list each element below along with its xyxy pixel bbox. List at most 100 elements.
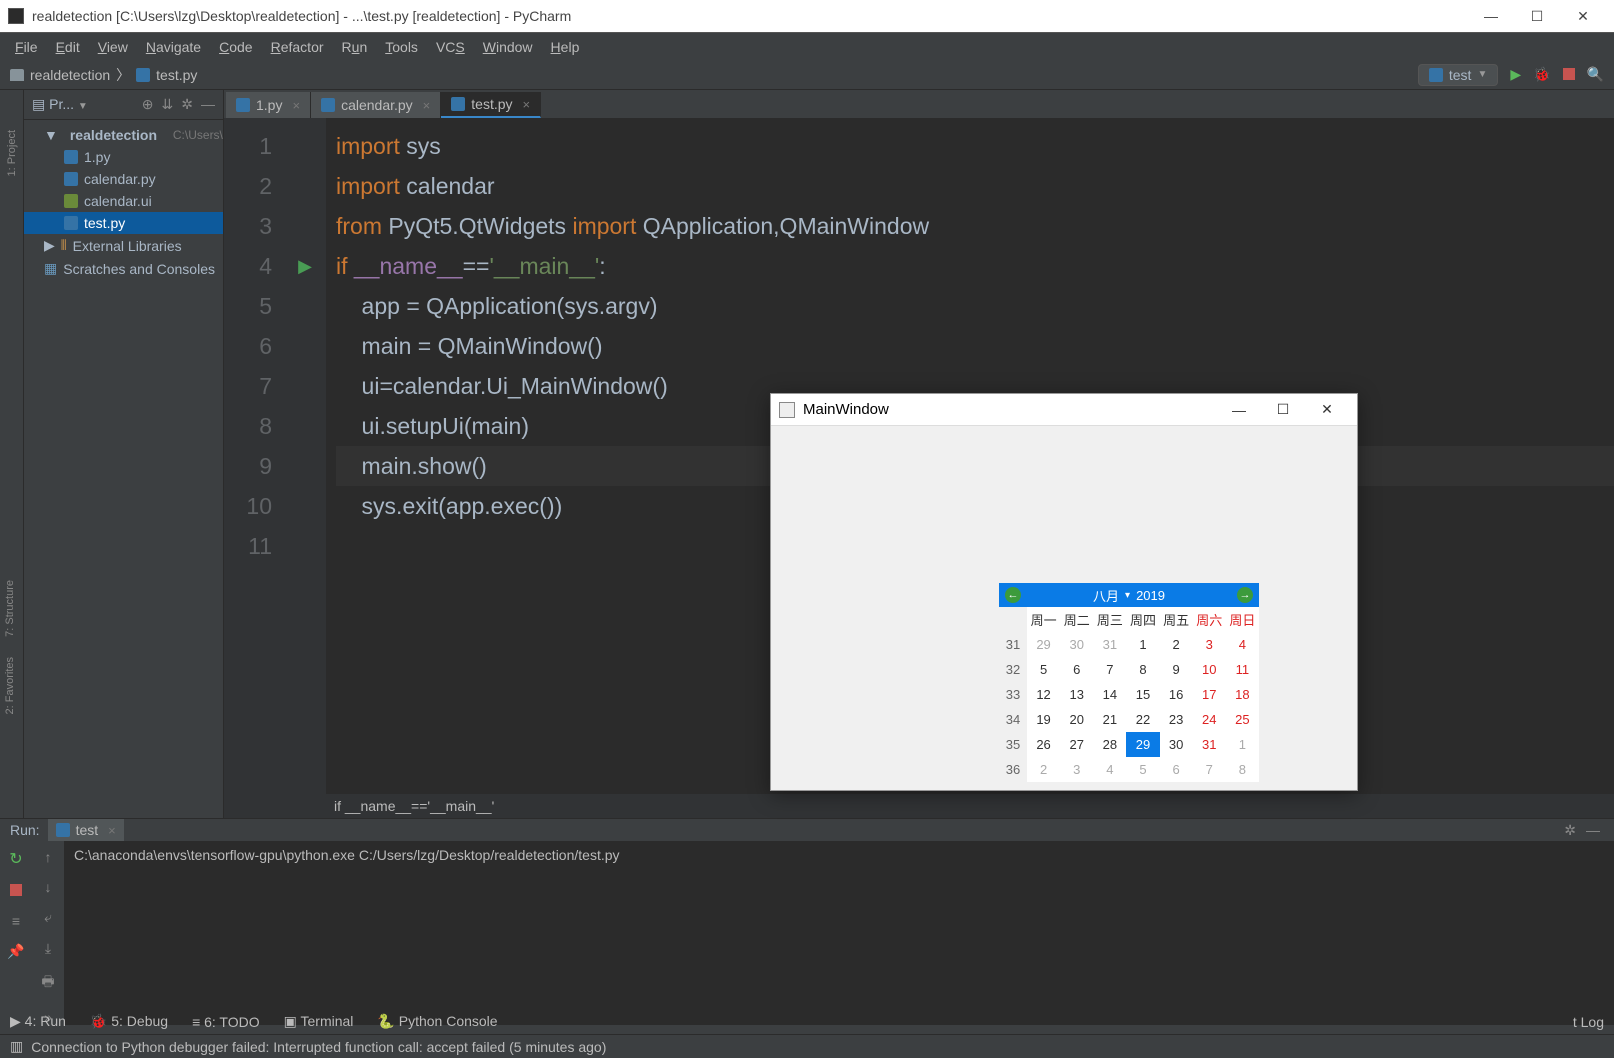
- calendar-day[interactable]: 5: [1126, 757, 1159, 782]
- toolwindow-python-console[interactable]: 🐍 Python Console: [377, 1013, 497, 1030]
- toolwindow-terminal[interactable]: ▣ Terminal: [284, 1013, 354, 1030]
- search-everywhere-button[interactable]: 🔍: [1587, 66, 1604, 83]
- breadcrumb[interactable]: realdetection 〉 test.py: [10, 65, 197, 85]
- calendar-day[interactable]: 21: [1093, 707, 1126, 732]
- calendar-day[interactable]: 3: [1193, 632, 1226, 657]
- run-process-tab[interactable]: test ×: [48, 819, 124, 841]
- menu-code[interactable]: Code: [210, 39, 261, 55]
- run-gutter-icon[interactable]: ▶: [298, 246, 312, 286]
- tree-external-libs[interactable]: ▶ ⫴ External Libraries: [24, 234, 223, 257]
- calendar-day[interactable]: 3: [1060, 757, 1093, 782]
- stop-icon[interactable]: [10, 883, 22, 899]
- menu-vcs[interactable]: VCS: [427, 39, 474, 55]
- toolwindow-debug[interactable]: 🐞 5: Debug: [90, 1013, 168, 1030]
- calendar-day[interactable]: 14: [1093, 682, 1126, 707]
- menu-refactor[interactable]: Refactor: [262, 39, 333, 55]
- toolwindow-run[interactable]: ▶ 4: Run: [10, 1013, 66, 1030]
- calendar-day[interactable]: 15: [1126, 682, 1159, 707]
- calendar-day[interactable]: 29: [1027, 632, 1060, 657]
- tree-file[interactable]: calendar.py: [24, 168, 223, 190]
- calendar-day[interactable]: 11: [1226, 657, 1259, 682]
- maximize-button[interactable]: ☐: [1514, 0, 1560, 32]
- calendar-day[interactable]: 7: [1093, 657, 1126, 682]
- calendar-day[interactable]: 20: [1060, 707, 1093, 732]
- rerun-icon[interactable]: ↻: [9, 849, 22, 869]
- calendar-widget[interactable]: ← 八月▾ 2019 → 周一周二周三周四周五周六周日3129303112343…: [999, 583, 1259, 782]
- calendar-day[interactable]: 30: [1060, 632, 1093, 657]
- menu-window[interactable]: Window: [474, 39, 542, 55]
- calendar-day[interactable]: 7: [1193, 757, 1226, 782]
- calendar-day[interactable]: 10: [1193, 657, 1226, 682]
- toolwindow-structure-tab[interactable]: 7: Structure: [4, 580, 16, 637]
- calendar-day[interactable]: 26: [1027, 732, 1060, 757]
- tree-file[interactable]: 1.py: [24, 146, 223, 168]
- calendar-day[interactable]: 27: [1060, 732, 1093, 757]
- menu-view[interactable]: View: [89, 39, 137, 55]
- close-tab-icon[interactable]: ×: [423, 98, 431, 113]
- calendar-day[interactable]: 8: [1226, 757, 1259, 782]
- calendar-day[interactable]: 8: [1126, 657, 1159, 682]
- calendar-day[interactable]: 23: [1160, 707, 1193, 732]
- tree-root[interactable]: ▼ realdetection C:\Users\: [24, 124, 223, 146]
- calendar-day[interactable]: 31: [1193, 732, 1226, 757]
- toolwindow-favorites-tab[interactable]: 2: Favorites: [4, 657, 16, 714]
- project-view-selector[interactable]: ▤ Pr... ▼: [32, 96, 88, 113]
- calendar-day[interactable]: 22: [1126, 707, 1159, 732]
- menu-tools[interactable]: Tools: [376, 39, 427, 55]
- calendar-month[interactable]: 八月: [1093, 586, 1119, 605]
- calendar-day[interactable]: 6: [1060, 657, 1093, 682]
- calendar-day[interactable]: 9: [1160, 657, 1193, 682]
- scroll-icon[interactable]: ⤓: [45, 940, 51, 957]
- hide-icon[interactable]: —: [201, 96, 215, 113]
- wrap-icon[interactable]: ⤶: [44, 909, 52, 926]
- close-tab-icon[interactable]: ×: [292, 98, 300, 113]
- menu-edit[interactable]: Edit: [47, 39, 89, 55]
- calendar-day[interactable]: 18: [1226, 682, 1259, 707]
- calendar-day[interactable]: 30: [1160, 732, 1193, 757]
- debug-button[interactable]: 🐞: [1533, 66, 1550, 83]
- tree-file[interactable]: calendar.ui: [24, 190, 223, 212]
- statusbar-menu-icon[interactable]: ▥: [10, 1038, 23, 1055]
- tree-file-selected[interactable]: test.py: [24, 212, 223, 234]
- calendar-day[interactable]: 16: [1160, 682, 1193, 707]
- toolwindow-eventlog[interactable]: t Log: [1573, 1014, 1604, 1030]
- calendar-day[interactable]: 5: [1027, 657, 1060, 682]
- calendar-year[interactable]: 2019: [1136, 588, 1165, 603]
- calendar-day[interactable]: 17: [1193, 682, 1226, 707]
- toolwindow-project-tab[interactable]: 1: Project: [6, 130, 18, 176]
- editor-tab-active[interactable]: test.py×: [441, 92, 541, 118]
- editor-tab[interactable]: 1.py×: [226, 92, 311, 118]
- minimize-button[interactable]: —: [1468, 0, 1514, 32]
- run-hide-icon[interactable]: —: [1586, 822, 1600, 839]
- calendar-day[interactable]: 1: [1126, 632, 1159, 657]
- run-output[interactable]: C:\anaconda\envs\tensorflow-gpu\python.e…: [64, 841, 1614, 1025]
- up-icon[interactable]: ↑: [45, 849, 52, 865]
- editor-tab[interactable]: calendar.py×: [311, 92, 441, 118]
- menu-file[interactable]: File: [6, 39, 47, 55]
- calendar-day[interactable]: 2: [1027, 757, 1060, 782]
- collapse-icon[interactable]: ⇊: [162, 96, 174, 113]
- print-icon[interactable]: 🖶: [41, 971, 54, 995]
- calendar-day[interactable]: 4: [1226, 632, 1259, 657]
- run-config-selector[interactable]: test ▼: [1418, 64, 1498, 86]
- close-button[interactable]: ✕: [1560, 0, 1606, 32]
- close-tab-icon[interactable]: ×: [523, 97, 531, 112]
- calendar-day[interactable]: 24: [1193, 707, 1226, 732]
- calendar-day[interactable]: 25: [1226, 707, 1259, 732]
- mainwindow-minimize[interactable]: —: [1217, 395, 1261, 425]
- tree-scratches[interactable]: ▦ Scratches and Consoles: [24, 257, 223, 280]
- prev-month-button[interactable]: ←: [1005, 587, 1021, 603]
- calendar-day[interactable]: 13: [1060, 682, 1093, 707]
- layout-icon[interactable]: ≡: [12, 913, 20, 929]
- next-month-button[interactable]: →: [1237, 587, 1253, 603]
- mainwindow-titlebar[interactable]: MainWindow — ☐ ✕: [771, 394, 1357, 426]
- calendar-day[interactable]: 1: [1226, 732, 1259, 757]
- calendar-day[interactable]: 29: [1126, 732, 1159, 757]
- menu-navigate[interactable]: Navigate: [137, 39, 210, 55]
- menu-help[interactable]: Help: [542, 39, 589, 55]
- pin-icon[interactable]: 📌: [7, 943, 24, 960]
- menu-run[interactable]: Run: [333, 39, 377, 55]
- mainwindow-maximize[interactable]: ☐: [1261, 395, 1305, 425]
- calendar-day[interactable]: 4: [1093, 757, 1126, 782]
- calendar-day[interactable]: 19: [1027, 707, 1060, 732]
